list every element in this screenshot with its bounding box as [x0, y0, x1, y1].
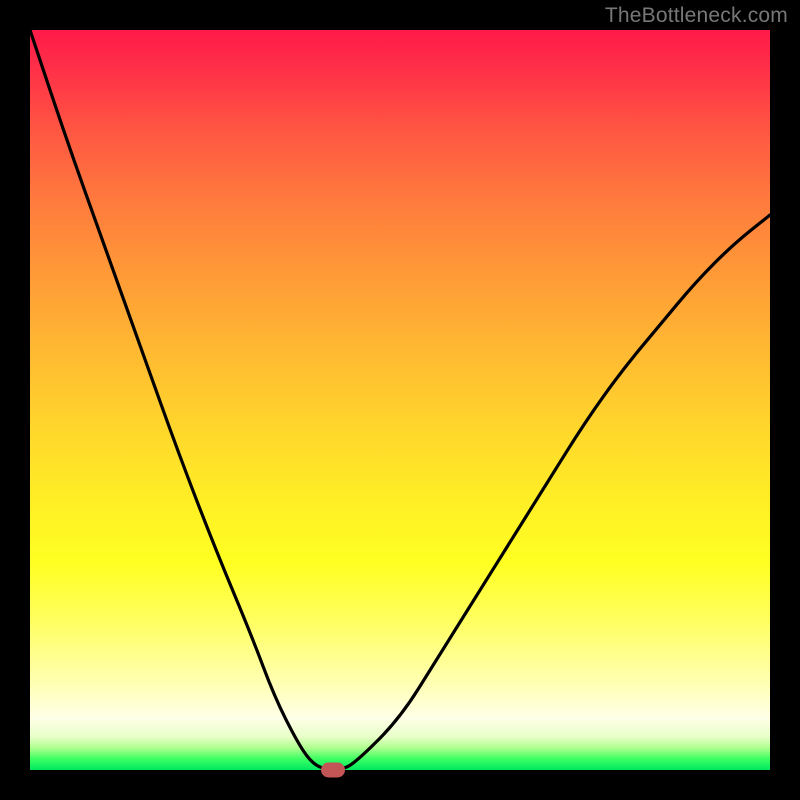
chart-marker	[321, 763, 345, 778]
curve-path	[30, 30, 770, 770]
watermark-text: TheBottleneck.com	[605, 4, 788, 28]
chart-plot-area	[30, 30, 770, 770]
chart-curve	[30, 30, 770, 770]
chart-frame: TheBottleneck.com	[0, 0, 800, 800]
